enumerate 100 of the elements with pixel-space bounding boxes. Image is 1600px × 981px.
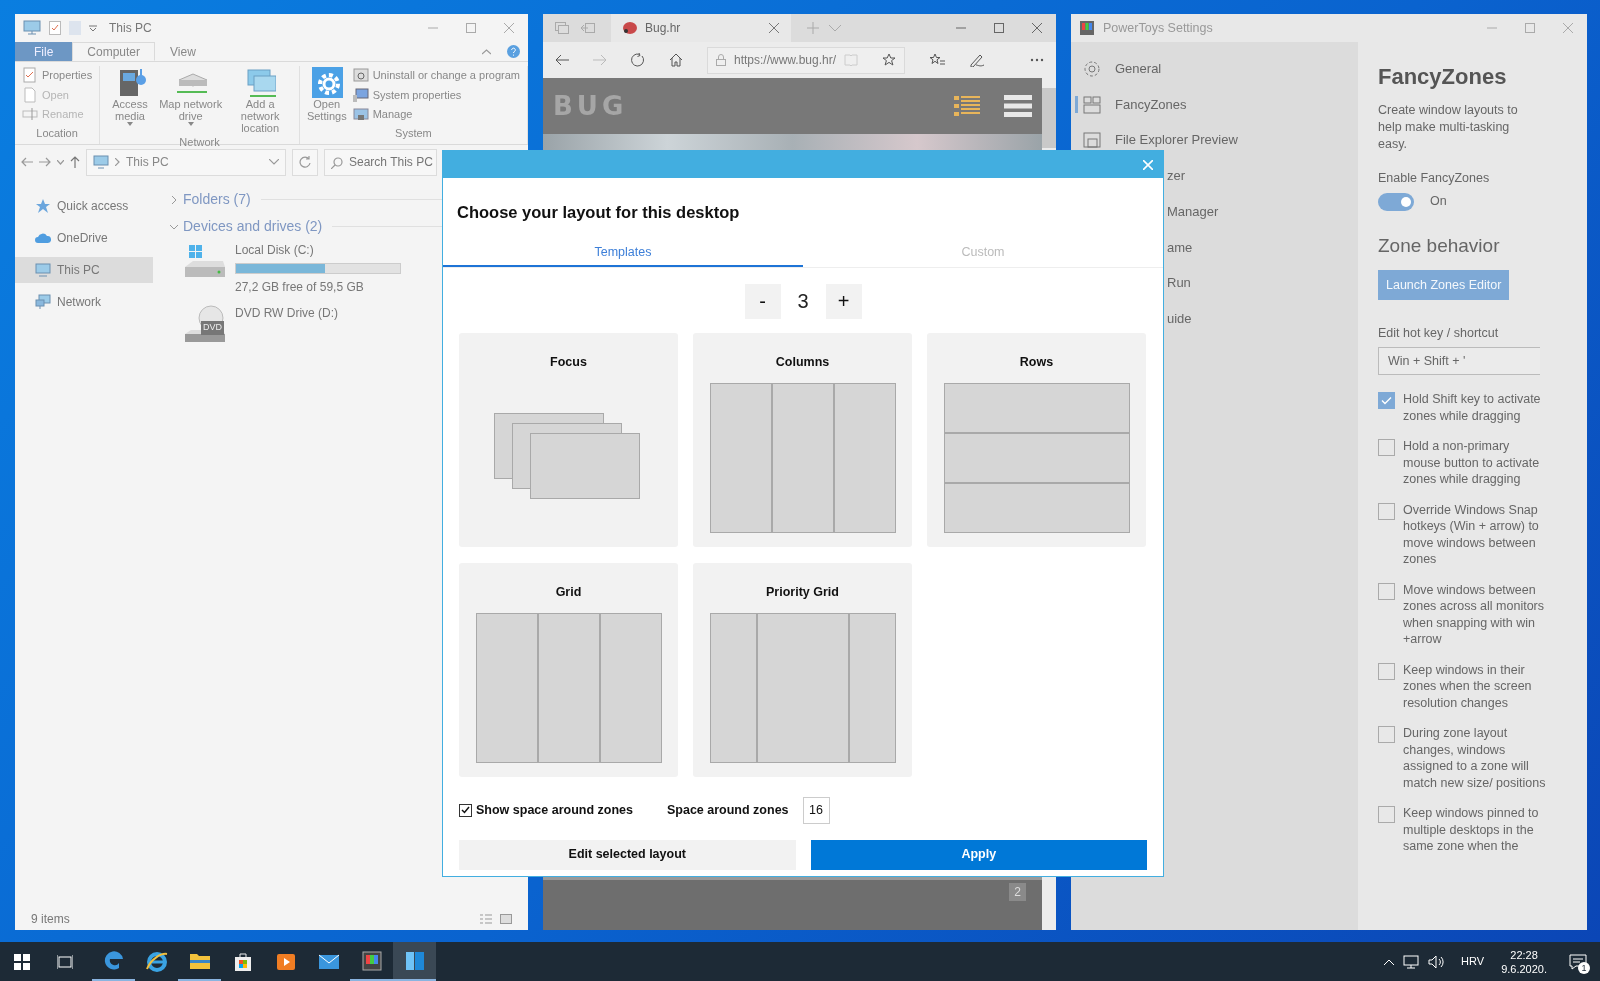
more-icon[interactable] bbox=[1030, 58, 1044, 62]
dropdown-icon[interactable] bbox=[89, 24, 97, 32]
close-icon[interactable] bbox=[1563, 23, 1573, 33]
chevron-up-icon[interactable] bbox=[1384, 958, 1395, 965]
layout-card[interactable]: Grid bbox=[459, 562, 678, 777]
nav-item[interactable]: zer bbox=[1167, 158, 1190, 194]
maximize-icon[interactable] bbox=[994, 23, 1004, 33]
apply-button[interactable]: Apply bbox=[810, 839, 1147, 870]
tab-preview-icon[interactable] bbox=[555, 22, 569, 34]
speaker-icon[interactable] bbox=[1428, 954, 1445, 969]
up-icon[interactable] bbox=[70, 156, 80, 168]
reading-view-icon[interactable] bbox=[844, 54, 859, 66]
layout-card[interactable]: Priority Grid bbox=[693, 562, 912, 777]
edit-button[interactable]: Edit selected layout bbox=[459, 839, 796, 870]
tabs-aside-icon[interactable] bbox=[581, 22, 595, 34]
ribbon-command[interactable]: System properties bbox=[350, 85, 522, 104]
nav-item[interactable]: OneDrive bbox=[15, 225, 153, 251]
new-tab-icon[interactable] bbox=[807, 22, 819, 34]
scrollbar[interactable] bbox=[1042, 88, 1056, 148]
drive-name[interactable]: DVD RW Drive (D:) bbox=[235, 304, 339, 322]
chevron-icon[interactable] bbox=[169, 194, 179, 205]
ribbon-command[interactable]: Uninstall or change a program bbox=[350, 66, 522, 85]
computer-icon bbox=[352, 86, 369, 103]
number-field[interactable]: 16 bbox=[802, 796, 830, 824]
ribbon-command[interactable]: Open Settings bbox=[304, 66, 349, 125]
ribbon-command[interactable]: Add a network location bbox=[226, 66, 294, 134]
details-view-icon[interactable] bbox=[480, 914, 492, 924]
nav-item[interactable]: Run bbox=[1167, 265, 1195, 301]
checkbox[interactable] bbox=[1378, 806, 1395, 824]
close-icon[interactable] bbox=[769, 23, 779, 33]
list-icon[interactable] bbox=[954, 95, 980, 117]
language-indicator[interactable]: HRV bbox=[1461, 953, 1485, 970]
group-header[interactable]: Folders (7) bbox=[183, 189, 251, 210]
group-header[interactable]: Devices and drives (2) bbox=[183, 216, 323, 237]
address-field[interactable]: This PC bbox=[86, 148, 286, 176]
layout-card[interactable]: Columns bbox=[693, 332, 912, 547]
nav-item[interactable]: File Explorer Preview bbox=[1071, 122, 1358, 159]
ribbon-command[interactable]: Properties bbox=[20, 66, 95, 85]
network-icon[interactable] bbox=[1403, 954, 1420, 969]
nav-item[interactable]: uide bbox=[1167, 300, 1196, 337]
address-field[interactable]: https://www.bug.hr/ bbox=[707, 46, 905, 74]
refresh-icon[interactable] bbox=[631, 53, 645, 67]
menu-icon[interactable] bbox=[1004, 95, 1032, 117]
layout-name: Columns bbox=[775, 353, 830, 371]
browser-tab[interactable]: Bug.hr bbox=[611, 14, 791, 42]
checkbox[interactable] bbox=[1378, 392, 1395, 410]
ribbon-tab[interactable]: View bbox=[155, 42, 211, 61]
checkbox[interactable] bbox=[1378, 726, 1395, 744]
nav-item[interactable]: This PC bbox=[15, 257, 153, 283]
windows-icon bbox=[13, 953, 30, 970]
ribbon-command[interactable]: Manage bbox=[350, 105, 522, 124]
search-field[interactable]: Search This PC bbox=[324, 148, 437, 176]
checkbox[interactable] bbox=[1378, 502, 1395, 520]
caret-icon[interactable] bbox=[57, 159, 64, 165]
forward-icon[interactable] bbox=[593, 54, 607, 66]
nav-item[interactable]: Quick access bbox=[15, 193, 153, 219]
layout-card[interactable]: Focus bbox=[459, 332, 678, 547]
tiles-view-icon[interactable] bbox=[500, 914, 512, 924]
gear-icon bbox=[310, 66, 343, 98]
checkbox[interactable] bbox=[1378, 662, 1395, 680]
drive-name[interactable]: Local Disk (C:) bbox=[235, 241, 401, 259]
nav-item[interactable]: FancyZones bbox=[1071, 86, 1358, 123]
layout-card[interactable]: Rows bbox=[927, 332, 1146, 547]
launch-button[interactable]: Launch Zones Editor bbox=[1378, 269, 1510, 301]
nav-item[interactable]: Manager bbox=[1167, 193, 1223, 230]
toggle-switch[interactable] bbox=[1378, 192, 1414, 211]
hotkey-field[interactable]: Win + Shift + ' bbox=[1378, 347, 1540, 376]
refresh-button[interactable] bbox=[292, 148, 318, 176]
close-icon[interactable] bbox=[1032, 23, 1042, 33]
pen-icon[interactable] bbox=[969, 53, 985, 67]
checkbox-icon[interactable] bbox=[49, 21, 61, 35]
page-title: FancyZones bbox=[1378, 64, 1508, 91]
clock[interactable]: 22:28 9.6.2020. bbox=[1501, 947, 1547, 976]
nav-item[interactable]: Network bbox=[15, 289, 153, 315]
decrement-button[interactable]: - bbox=[744, 283, 781, 319]
nav-item[interactable]: ame bbox=[1167, 229, 1197, 266]
ribbon-tab[interactable]: Computer bbox=[72, 42, 156, 61]
checkbox[interactable]: Show space around zones bbox=[459, 800, 633, 820]
ribbon-tab[interactable]: File bbox=[15, 42, 73, 61]
star-icon[interactable] bbox=[882, 53, 896, 67]
help-icon[interactable] bbox=[507, 45, 520, 58]
home-icon[interactable] bbox=[669, 53, 683, 67]
maximize-icon[interactable] bbox=[466, 23, 476, 33]
back-icon[interactable] bbox=[555, 54, 569, 66]
ribbon-command[interactable]: Access media bbox=[105, 66, 155, 134]
tab[interactable]: Templates bbox=[443, 240, 803, 267]
checkbox[interactable] bbox=[1378, 582, 1395, 600]
dropdown-icon[interactable] bbox=[269, 159, 279, 165]
favorites-icon[interactable] bbox=[929, 53, 945, 67]
maximize-icon[interactable] bbox=[1525, 23, 1535, 33]
collapse-icon[interactable] bbox=[482, 48, 491, 55]
increment-button[interactable]: + bbox=[825, 283, 862, 319]
ribbon-command[interactable]: Map network drive bbox=[156, 66, 225, 134]
checkbox[interactable] bbox=[1378, 439, 1395, 457]
nav-item[interactable]: General bbox=[1071, 51, 1358, 87]
chevron-icon[interactable] bbox=[829, 24, 841, 32]
forward-icon[interactable] bbox=[39, 157, 51, 167]
close-icon[interactable] bbox=[504, 23, 514, 33]
caret-icon bbox=[187, 122, 194, 126]
notification-button[interactable]: 1 bbox=[1566, 949, 1590, 974]
